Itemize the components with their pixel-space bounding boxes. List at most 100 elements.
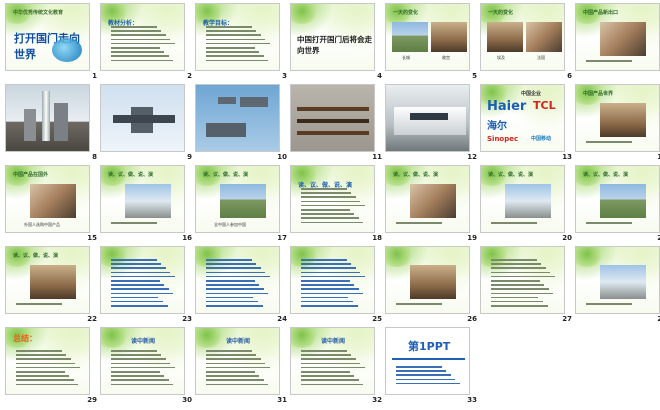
text-lines <box>16 303 81 307</box>
slide-cell[interactable]: 中国企业 Haier TCL 海尔 Sinopec 中国移动 13 <box>480 84 575 165</box>
slide-cell[interactable]: 23 <box>100 246 195 327</box>
slide-cell[interactable]: 读、议、做、说、演21 <box>575 165 660 246</box>
slide-thumbnail[interactable] <box>575 246 660 314</box>
slide-thumbnail[interactable]: 一天的变化 埃及 法国 <box>480 3 565 71</box>
slide-thumbnail[interactable]: 中国产品世界 <box>575 84 660 152</box>
slide-thumbnail[interactable]: 读中新闻 <box>100 327 185 395</box>
slide-thumbnail[interactable]: 读、议、做、说、演 <box>5 246 90 314</box>
slide-thumbnail[interactable]: 中华优秀传统文化教育 打开国门走向世界 <box>5 3 90 71</box>
slide-cell[interactable]: 读、议、做、说、演 20 <box>480 165 575 246</box>
text-lines <box>301 259 366 309</box>
slide-number: 23 <box>182 315 192 323</box>
launch-tower <box>54 103 68 141</box>
brand-logo: Haier <box>487 99 527 114</box>
slide-cell[interactable]: 中华优秀传统文化教育 打开国门走向世界 1 <box>5 3 100 84</box>
slide-thumbnail[interactable]: 中国打开国门后将会走向世界 <box>290 3 375 71</box>
slide-thumbnail[interactable]: 教学目标： <box>195 3 280 71</box>
slide-cell[interactable]: 12 <box>385 84 480 165</box>
slide-cell[interactable]: 读、议、做、说、演 19 <box>385 165 480 246</box>
slide-cell[interactable]: 中国打开国门后将会走向世界 4 <box>290 3 385 84</box>
slide-cell[interactable]: 27 <box>480 246 575 327</box>
slide-cell[interactable]: 总结： 29 <box>5 327 100 408</box>
slide-cell[interactable]: 8 <box>5 84 100 165</box>
slide-thumbnail[interactable]: 中国企业 Haier TCL 海尔 Sinopec 中国移动 <box>480 84 565 152</box>
slide-number: 16 <box>182 234 192 242</box>
slide-thumbnail[interactable]: 中国产品在国外外国人选购中国产品 <box>5 165 90 233</box>
slide-thumbnail[interactable]: 读、议、做、说、演 <box>290 165 375 233</box>
slide-cell[interactable]: 28 <box>575 246 660 327</box>
slide-cell[interactable]: 第1PPT 33 <box>385 327 480 408</box>
slide-thumbnail[interactable]: 读、议、做、说、演 全中国人参加中国 <box>195 165 280 233</box>
slide-cell[interactable]: 读、议、做、说、演 16 <box>100 165 195 246</box>
slide-thumbnail[interactable] <box>385 84 470 152</box>
slide-number: 30 <box>182 396 192 404</box>
rifle <box>297 131 369 135</box>
slide-cell[interactable]: 读、议、做、说、演 18 <box>290 165 385 246</box>
slide-cell[interactable]: 读中新闻 31 <box>195 327 290 408</box>
slide-label: 中国产品在国外 <box>13 172 49 178</box>
slide-heading: 读中新闻 <box>321 338 346 345</box>
slide-cell[interactable]: 10 <box>195 84 290 165</box>
slide-cell[interactable]: 26 <box>385 246 480 327</box>
slide-thumbnail[interactable] <box>290 246 375 314</box>
slide-thumbnail[interactable]: 一天的变化 长城 故宫 <box>385 3 470 71</box>
slide-cell[interactable]: 9 <box>100 84 195 165</box>
photo <box>600 265 646 299</box>
slide-cell[interactable]: 教材分析： 2 <box>100 3 195 84</box>
slide-thumbnail[interactable] <box>100 84 185 152</box>
slide-thumbnail[interactable]: 中国产品新出口 <box>575 3 660 71</box>
slide-cell[interactable]: 11 <box>290 84 385 165</box>
slide-cell[interactable]: 24 <box>195 246 290 327</box>
text-lines <box>111 26 176 64</box>
slide-thumbnail[interactable]: 第1PPT <box>385 327 470 395</box>
slide-thumbnail[interactable] <box>5 84 90 152</box>
slide-cell[interactable]: 读中新闻 30 <box>100 327 195 408</box>
slide-thumbnail[interactable]: 读、议、做、说、演 <box>480 165 565 233</box>
site-logo: 第1PPT <box>408 340 451 353</box>
slide-number: 25 <box>372 315 382 323</box>
slide-label: 中国企业 <box>521 91 542 97</box>
text-lines <box>111 350 176 388</box>
slide-label: 一天的变化 <box>393 10 419 16</box>
slide-thumbnail[interactable] <box>385 246 470 314</box>
photo <box>392 22 428 52</box>
slide-thumbnail[interactable] <box>290 84 375 152</box>
slide-thumbnail[interactable] <box>195 84 280 152</box>
text-lines <box>396 366 461 387</box>
launch-tower <box>24 109 36 141</box>
slide-thumbnail[interactable]: 总结： <box>5 327 90 395</box>
photo <box>600 184 646 218</box>
slide-cell[interactable]: 一天的变化 长城 故宫 5 <box>385 3 480 84</box>
slide-thumbnail[interactable] <box>195 246 280 314</box>
photo-caption: 外国人选购中国产品 <box>24 222 60 227</box>
slide-thumbnail[interactable]: 读、议、做、说、演 <box>575 165 660 233</box>
slide-thumbnail[interactable]: 读中新闻 <box>195 327 280 395</box>
slide-label: 读、议、做、说、演 <box>13 253 59 259</box>
text-lines <box>491 222 556 226</box>
slide-number: 9 <box>187 153 192 161</box>
brand-logo: 中国移动 <box>531 136 552 142</box>
leaf-decoration <box>386 247 414 267</box>
slide-cell[interactable]: 中国产品新出口7 <box>575 3 660 84</box>
slide-cell[interactable]: 教学目标： 3 <box>195 3 290 84</box>
slide-cell[interactable]: 中国产品在国外 外国人选购中国产品 15 <box>5 165 100 246</box>
slide-cell[interactable]: 读中新闻 32 <box>290 327 385 408</box>
slide-thumbnail[interactable]: 读、议、做、说、演 <box>385 165 470 233</box>
slide-number: 31 <box>277 396 287 404</box>
slide-label: 读、议、做、说、演 <box>393 172 439 178</box>
text-lines <box>586 141 651 145</box>
slide-cell[interactable]: 中国产品世界14 <box>575 84 660 165</box>
slide-cell[interactable]: 一天的变化 埃及 法国 6 <box>480 3 575 84</box>
slide-thumbnail[interactable] <box>480 246 565 314</box>
slide-number: 8 <box>92 153 97 161</box>
brand-logo: Sinopec <box>487 135 519 143</box>
slide-thumbnail[interactable]: 读、议、做、说、演 <box>100 165 185 233</box>
slide-cell[interactable]: 读、议、做、说、演 全中国人参加中国 17 <box>195 165 290 246</box>
slide-cell[interactable]: 25 <box>290 246 385 327</box>
slide-thumbnail[interactable]: 读中新闻 <box>290 327 375 395</box>
slide-thumbnail[interactable]: 教材分析： <box>100 3 185 71</box>
photo-caption: 故宫 <box>442 55 450 60</box>
slide-number: 22 <box>87 315 97 323</box>
slide-thumbnail[interactable] <box>100 246 185 314</box>
slide-cell[interactable]: 读、议、做、说、演 22 <box>5 246 100 327</box>
